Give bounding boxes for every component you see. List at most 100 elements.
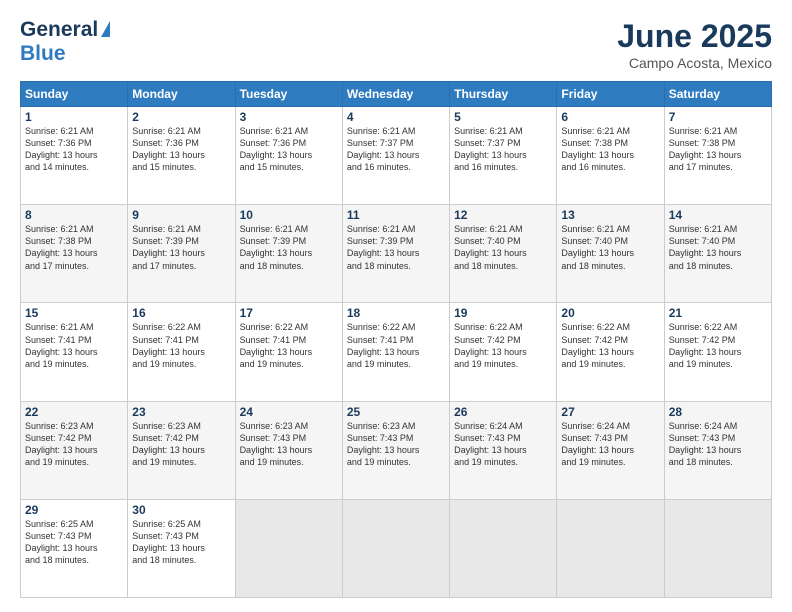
logo: General Blue [20,18,110,66]
page: General Blue June 2025 Campo Acosta, Mex… [0,0,792,612]
table-cell: 29 Sunrise: 6:25 AM Sunset: 7:43 PM Dayl… [21,499,128,597]
col-monday: Monday [128,82,235,107]
cell-info: Sunrise: 6:25 AM Sunset: 7:43 PM Dayligh… [25,518,123,567]
cell-info: Sunrise: 6:22 AM Sunset: 7:42 PM Dayligh… [561,321,659,370]
cell-info: Sunrise: 6:22 AM Sunset: 7:42 PM Dayligh… [454,321,552,370]
day-number: 18 [347,306,445,320]
col-thursday: Thursday [450,82,557,107]
cell-info: Sunrise: 6:21 AM Sunset: 7:36 PM Dayligh… [240,125,338,174]
cell-info: Sunrise: 6:24 AM Sunset: 7:43 PM Dayligh… [454,420,552,469]
table-cell: 1 Sunrise: 6:21 AM Sunset: 7:36 PM Dayli… [21,107,128,205]
day-number: 4 [347,110,445,124]
cell-info: Sunrise: 6:21 AM Sunset: 7:38 PM Dayligh… [669,125,767,174]
table-cell [450,499,557,597]
table-cell: 20 Sunrise: 6:22 AM Sunset: 7:42 PM Dayl… [557,303,664,401]
calendar-week-row: 29 Sunrise: 6:25 AM Sunset: 7:43 PM Dayl… [21,499,772,597]
table-cell: 15 Sunrise: 6:21 AM Sunset: 7:41 PM Dayl… [21,303,128,401]
day-number: 15 [25,306,123,320]
logo-triangle-icon [101,21,110,37]
cell-info: Sunrise: 6:22 AM Sunset: 7:41 PM Dayligh… [347,321,445,370]
day-number: 10 [240,208,338,222]
day-number: 20 [561,306,659,320]
title-block: June 2025 Campo Acosta, Mexico [617,18,772,71]
table-cell: 6 Sunrise: 6:21 AM Sunset: 7:38 PM Dayli… [557,107,664,205]
table-cell: 5 Sunrise: 6:21 AM Sunset: 7:37 PM Dayli… [450,107,557,205]
table-cell: 3 Sunrise: 6:21 AM Sunset: 7:36 PM Dayli… [235,107,342,205]
table-cell: 23 Sunrise: 6:23 AM Sunset: 7:42 PM Dayl… [128,401,235,499]
table-cell: 7 Sunrise: 6:21 AM Sunset: 7:38 PM Dayli… [664,107,771,205]
cell-info: Sunrise: 6:21 AM Sunset: 7:40 PM Dayligh… [454,223,552,272]
day-number: 28 [669,405,767,419]
table-cell: 26 Sunrise: 6:24 AM Sunset: 7:43 PM Dayl… [450,401,557,499]
table-cell [342,499,449,597]
day-number: 6 [561,110,659,124]
cell-info: Sunrise: 6:21 AM Sunset: 7:40 PM Dayligh… [669,223,767,272]
day-number: 7 [669,110,767,124]
col-saturday: Saturday [664,82,771,107]
col-wednesday: Wednesday [342,82,449,107]
subtitle: Campo Acosta, Mexico [617,55,772,71]
day-number: 21 [669,306,767,320]
cell-info: Sunrise: 6:21 AM Sunset: 7:40 PM Dayligh… [561,223,659,272]
day-number: 3 [240,110,338,124]
calendar-header-row: Sunday Monday Tuesday Wednesday Thursday… [21,82,772,107]
col-sunday: Sunday [21,82,128,107]
table-cell: 24 Sunrise: 6:23 AM Sunset: 7:43 PM Dayl… [235,401,342,499]
cell-info: Sunrise: 6:23 AM Sunset: 7:42 PM Dayligh… [132,420,230,469]
table-cell: 8 Sunrise: 6:21 AM Sunset: 7:38 PM Dayli… [21,205,128,303]
day-number: 23 [132,405,230,419]
table-cell: 18 Sunrise: 6:22 AM Sunset: 7:41 PM Dayl… [342,303,449,401]
day-number: 22 [25,405,123,419]
day-number: 24 [240,405,338,419]
cell-info: Sunrise: 6:22 AM Sunset: 7:41 PM Dayligh… [240,321,338,370]
table-cell [235,499,342,597]
table-cell: 16 Sunrise: 6:22 AM Sunset: 7:41 PM Dayl… [128,303,235,401]
table-cell: 11 Sunrise: 6:21 AM Sunset: 7:39 PM Dayl… [342,205,449,303]
cell-info: Sunrise: 6:23 AM Sunset: 7:43 PM Dayligh… [347,420,445,469]
table-cell: 13 Sunrise: 6:21 AM Sunset: 7:40 PM Dayl… [557,205,664,303]
day-number: 17 [240,306,338,320]
day-number: 5 [454,110,552,124]
calendar-week-row: 15 Sunrise: 6:21 AM Sunset: 7:41 PM Dayl… [21,303,772,401]
calendar-week-row: 1 Sunrise: 6:21 AM Sunset: 7:36 PM Dayli… [21,107,772,205]
day-number: 11 [347,208,445,222]
day-number: 13 [561,208,659,222]
header: General Blue June 2025 Campo Acosta, Mex… [20,18,772,71]
day-number: 9 [132,208,230,222]
table-cell: 28 Sunrise: 6:24 AM Sunset: 7:43 PM Dayl… [664,401,771,499]
cell-info: Sunrise: 6:21 AM Sunset: 7:36 PM Dayligh… [25,125,123,174]
day-number: 25 [347,405,445,419]
day-number: 2 [132,110,230,124]
table-cell: 21 Sunrise: 6:22 AM Sunset: 7:42 PM Dayl… [664,303,771,401]
day-number: 14 [669,208,767,222]
calendar-week-row: 22 Sunrise: 6:23 AM Sunset: 7:42 PM Dayl… [21,401,772,499]
table-cell: 25 Sunrise: 6:23 AM Sunset: 7:43 PM Dayl… [342,401,449,499]
cell-info: Sunrise: 6:21 AM Sunset: 7:38 PM Dayligh… [561,125,659,174]
cell-info: Sunrise: 6:25 AM Sunset: 7:43 PM Dayligh… [132,518,230,567]
cell-info: Sunrise: 6:23 AM Sunset: 7:43 PM Dayligh… [240,420,338,469]
day-number: 12 [454,208,552,222]
day-number: 29 [25,503,123,517]
calendar-table: Sunday Monday Tuesday Wednesday Thursday… [20,81,772,598]
cell-info: Sunrise: 6:21 AM Sunset: 7:41 PM Dayligh… [25,321,123,370]
table-cell: 19 Sunrise: 6:22 AM Sunset: 7:42 PM Dayl… [450,303,557,401]
day-number: 26 [454,405,552,419]
main-title: June 2025 [617,18,772,55]
cell-info: Sunrise: 6:22 AM Sunset: 7:41 PM Dayligh… [132,321,230,370]
table-cell [664,499,771,597]
table-cell [557,499,664,597]
cell-info: Sunrise: 6:21 AM Sunset: 7:39 PM Dayligh… [240,223,338,272]
table-cell: 14 Sunrise: 6:21 AM Sunset: 7:40 PM Dayl… [664,205,771,303]
cell-info: Sunrise: 6:21 AM Sunset: 7:38 PM Dayligh… [25,223,123,272]
table-cell: 10 Sunrise: 6:21 AM Sunset: 7:39 PM Dayl… [235,205,342,303]
day-number: 30 [132,503,230,517]
day-number: 1 [25,110,123,124]
table-cell: 2 Sunrise: 6:21 AM Sunset: 7:36 PM Dayli… [128,107,235,205]
cell-info: Sunrise: 6:21 AM Sunset: 7:39 PM Dayligh… [347,223,445,272]
table-cell: 17 Sunrise: 6:22 AM Sunset: 7:41 PM Dayl… [235,303,342,401]
cell-info: Sunrise: 6:21 AM Sunset: 7:37 PM Dayligh… [454,125,552,174]
cell-info: Sunrise: 6:24 AM Sunset: 7:43 PM Dayligh… [561,420,659,469]
table-cell: 4 Sunrise: 6:21 AM Sunset: 7:37 PM Dayli… [342,107,449,205]
logo-blue: Blue [20,42,66,65]
logo-general: General [20,18,98,42]
